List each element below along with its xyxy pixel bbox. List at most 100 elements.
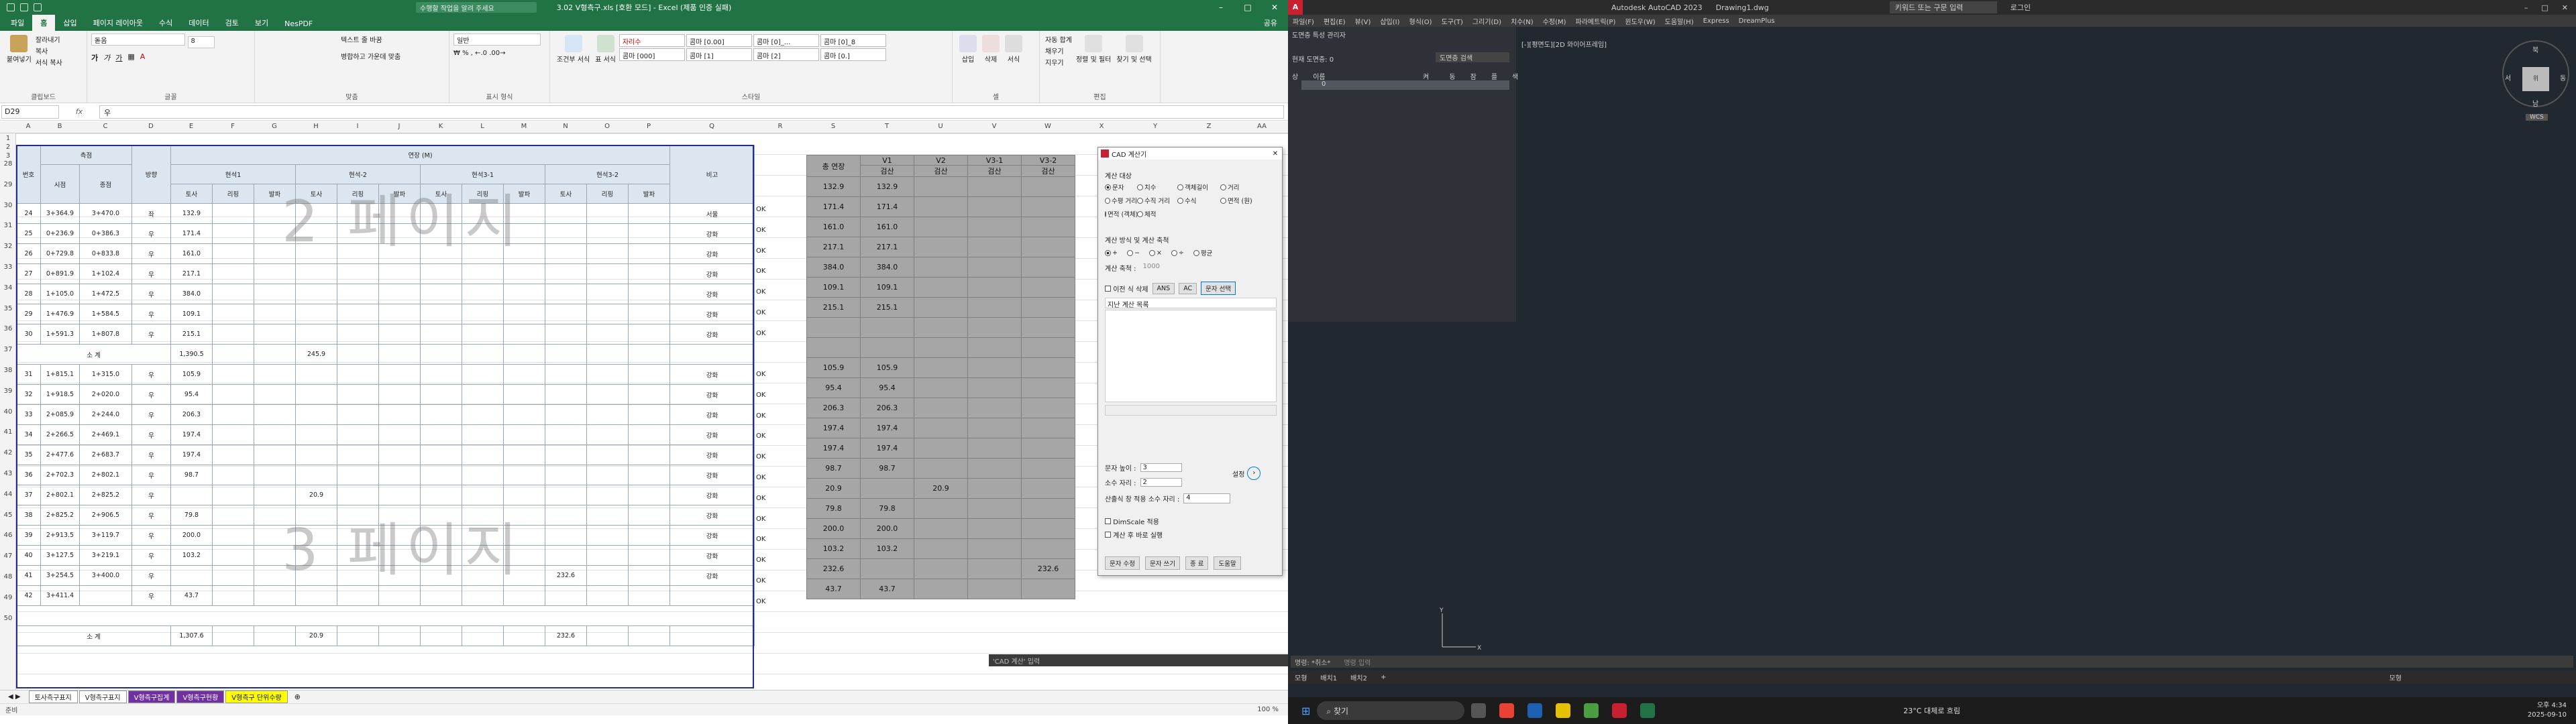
cell[interactable] (295, 203, 337, 224)
cell[interactable]: 36 (16, 465, 41, 485)
cell[interactable]: 강화 (669, 485, 755, 505)
cell[interactable] (170, 565, 213, 586)
cell[interactable] (586, 444, 629, 465)
cell[interactable]: 3+364.9 (40, 203, 80, 224)
check-cell[interactable] (914, 217, 968, 237)
check-cell[interactable] (860, 317, 914, 338)
cut-button[interactable]: 잘라내기 (34, 34, 64, 45)
method-radio[interactable]: × (1148, 248, 1162, 257)
check-cell[interactable] (1021, 337, 1075, 358)
row-header[interactable]: 33 (0, 263, 16, 271)
number-format-buttons[interactable]: ₩ % , ←.0 .00→ (453, 50, 545, 57)
cell[interactable] (462, 465, 504, 485)
cell[interactable] (628, 324, 670, 345)
sheet-tab[interactable]: V형측구현황 (176, 690, 225, 703)
cell[interactable]: 2+266.5 (40, 424, 80, 445)
target-radio[interactable]: 수식 (1177, 196, 1220, 205)
cell[interactable] (378, 243, 421, 264)
cell[interactable] (212, 565, 254, 586)
cell[interactable] (503, 203, 545, 224)
cell[interactable]: 강화 (669, 424, 755, 445)
cell[interactable] (212, 444, 254, 465)
cell[interactable] (462, 324, 504, 345)
tab-page-layout[interactable]: 페이지 레이아웃 (85, 15, 151, 31)
check-cell[interactable]: 132.9 (860, 176, 914, 197)
cell-style[interactable]: 콤마 [000] (619, 48, 685, 61)
set-button-icon[interactable]: › (1247, 467, 1261, 480)
chrome-icon[interactable] (1499, 703, 1515, 718)
cell[interactable]: 2+020.0 (79, 384, 132, 405)
cell[interactable]: 232.6 (545, 625, 587, 646)
cell[interactable] (586, 223, 629, 244)
fill-button[interactable]: 채우기 (1044, 45, 1073, 56)
cell[interactable] (503, 404, 545, 425)
cell[interactable]: 우 (131, 304, 171, 324)
cell[interactable]: 24 (16, 203, 41, 224)
col-header[interactable]: C (79, 123, 131, 130)
cell[interactable] (545, 485, 587, 505)
cell[interactable] (462, 404, 504, 425)
undo-icon[interactable] (20, 3, 28, 11)
header-sec1[interactable]: 현석1 (170, 164, 296, 184)
cell[interactable] (628, 424, 670, 445)
cell[interactable] (586, 585, 629, 606)
cell[interactable] (295, 243, 337, 264)
sheet-tab[interactable]: 토사측구표지 (28, 690, 78, 703)
cell[interactable]: 1,307.6 (170, 625, 213, 646)
cell[interactable] (503, 565, 545, 586)
check-cell[interactable] (914, 538, 968, 559)
cell[interactable] (503, 344, 545, 365)
cell[interactable] (462, 364, 504, 385)
check-cell[interactable] (914, 377, 968, 398)
cell[interactable] (420, 324, 462, 345)
check-cell[interactable]: 217.1 (806, 237, 861, 257)
cell[interactable] (420, 505, 462, 526)
cell[interactable] (503, 545, 545, 566)
cell[interactable]: 서울 (669, 203, 755, 224)
delete-cells-button[interactable]: 삭제 (979, 34, 1002, 100)
cell[interactable] (337, 243, 379, 264)
target-radio[interactable]: 수평 거리 (1105, 196, 1137, 205)
paste-button[interactable]: 붙여넣기 (4, 34, 34, 68)
check-row[interactable]: 105.9 105.9 (806, 357, 1075, 378)
check-cell[interactable]: 171.4 (806, 196, 861, 217)
target-radio[interactable]: 체적 (1137, 209, 1177, 219)
check-cell[interactable] (914, 579, 968, 599)
cell[interactable] (462, 203, 504, 224)
cell[interactable] (503, 243, 545, 264)
cell[interactable] (420, 364, 462, 385)
cell[interactable] (586, 625, 629, 646)
cell[interactable]: 2+244.0 (79, 404, 132, 425)
edge-icon[interactable] (1527, 703, 1543, 718)
cell[interactable] (420, 203, 462, 224)
cell[interactable]: 2+802.1 (40, 485, 80, 505)
row-header[interactable]: 35 (0, 305, 16, 312)
menu-item[interactable]: DreamPlus (1734, 17, 1780, 25)
cell[interactable]: 우 (131, 565, 171, 586)
cell[interactable]: 2+802.1 (79, 465, 132, 485)
row-header[interactable]: 47 (0, 552, 16, 560)
cell[interactable] (212, 263, 254, 284)
dialog-close-icon[interactable]: ✕ (1269, 150, 1282, 158)
check-cell[interactable] (967, 337, 1022, 358)
cell[interactable]: 42 (16, 585, 41, 606)
check-cell[interactable] (967, 458, 1022, 479)
check-row[interactable]: 98.7 98.7 (806, 458, 1075, 479)
zoom-level[interactable]: 100 % (1257, 706, 1288, 713)
row-header[interactable]: 40 (0, 408, 16, 416)
cell[interactable]: 98.7 (170, 465, 213, 485)
table-row[interactable]: 34 2+266.5 2+469.1 우 197.4 강화 (16, 424, 755, 445)
cell[interactable]: 강화 (669, 284, 755, 304)
viewcube-west[interactable]: 서 (2505, 72, 2511, 82)
cell[interactable] (628, 284, 670, 304)
blank-row[interactable] (16, 605, 755, 626)
cell[interactable] (545, 243, 587, 264)
cell[interactable]: 29 (16, 304, 41, 324)
cell[interactable] (586, 485, 629, 505)
cell[interactable]: 1+476.9 (40, 304, 80, 324)
cell[interactable] (295, 505, 337, 526)
col-header[interactable]: F (212, 123, 254, 130)
col-header[interactable]: G (254, 123, 295, 130)
share-button[interactable]: 공유 (1253, 15, 1288, 31)
run-after-checkbox[interactable]: 계산 후 바로 실행 (1105, 530, 1163, 540)
